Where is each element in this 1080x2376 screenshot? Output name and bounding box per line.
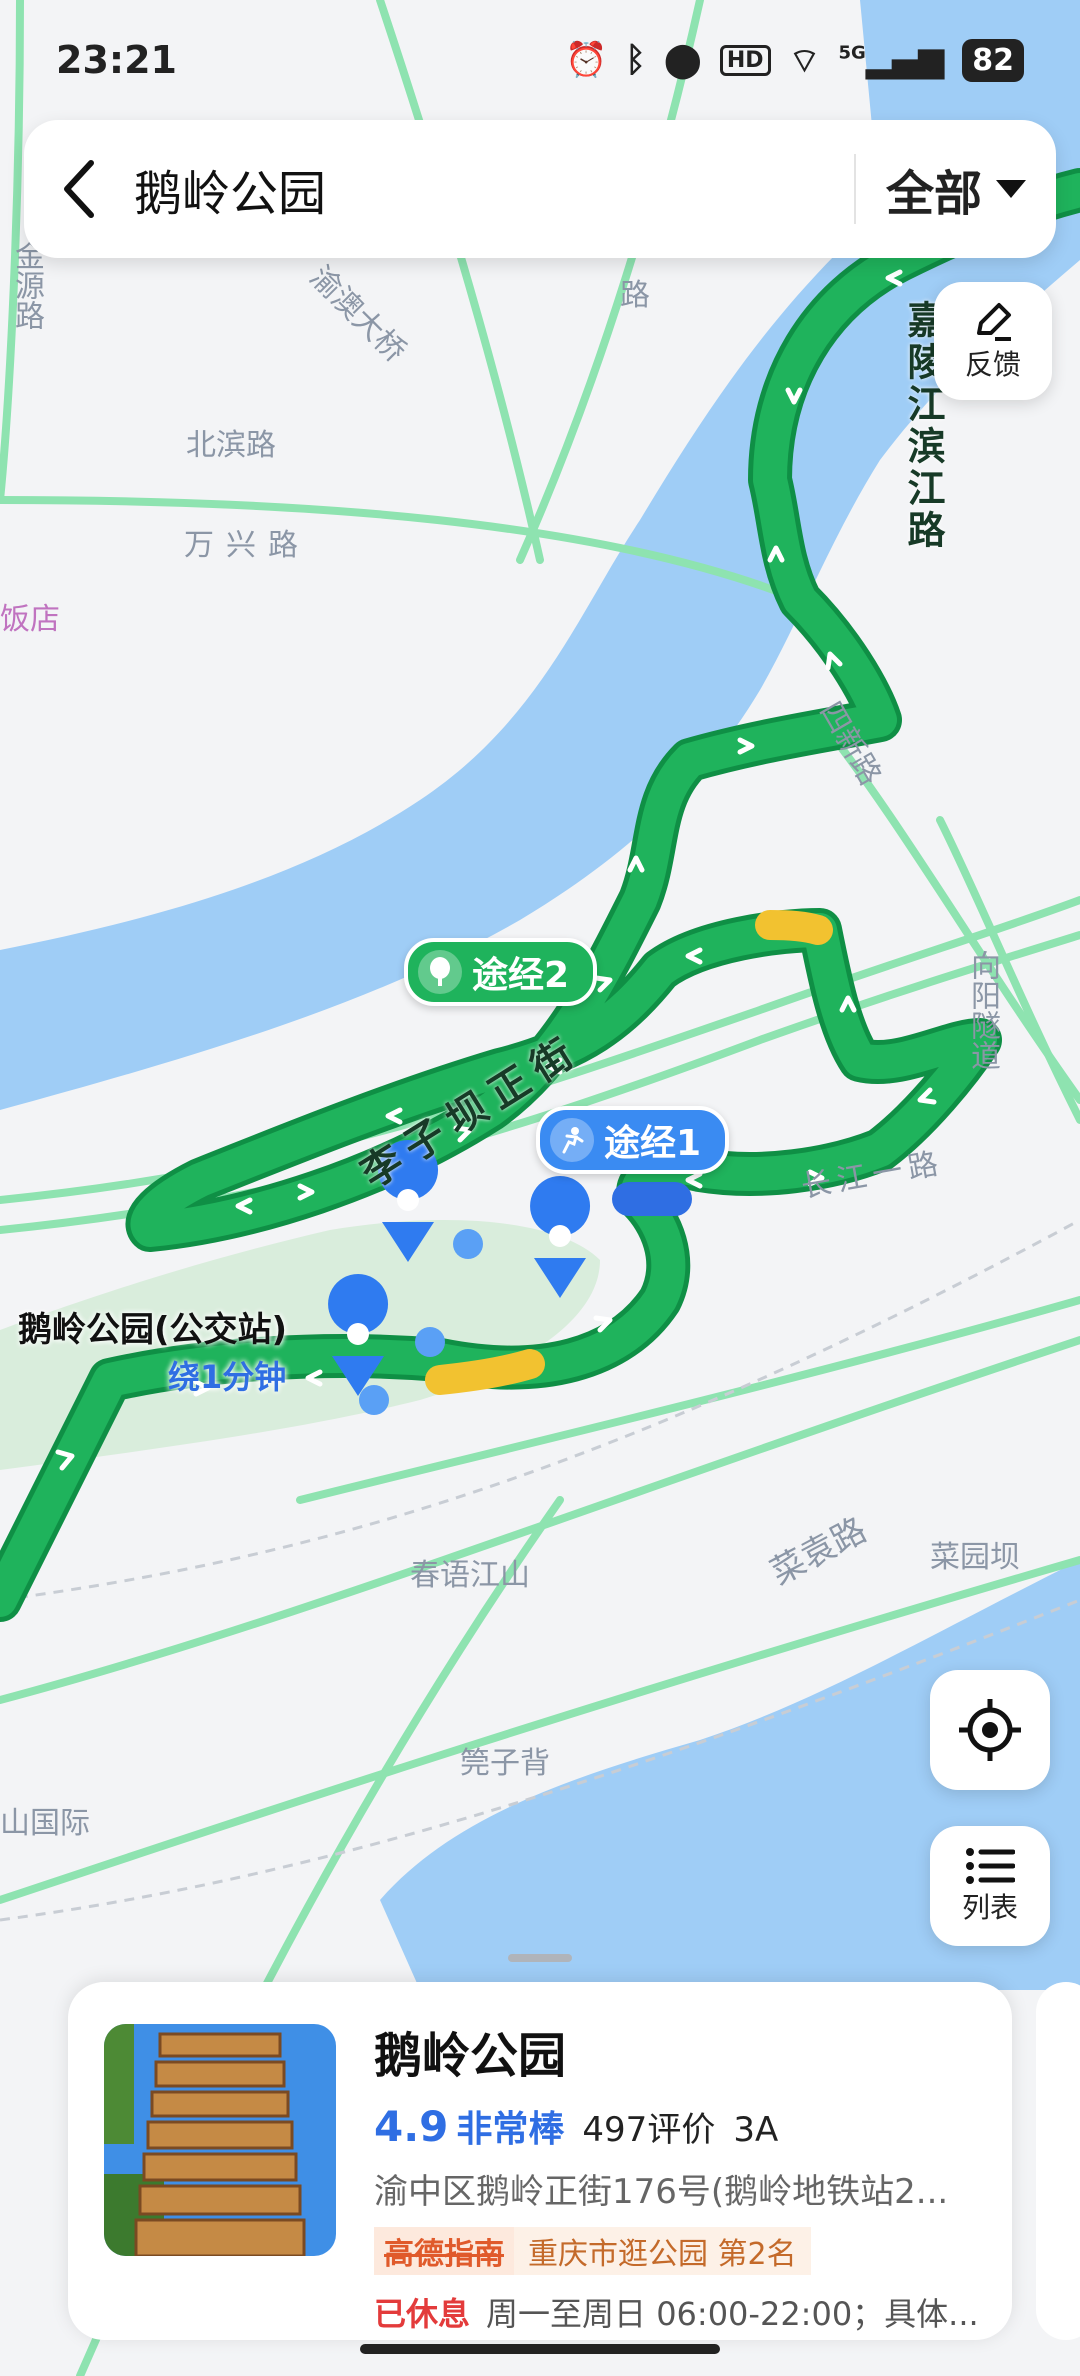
tree-icon <box>418 950 462 994</box>
poi-rank: 重庆市逛公园 第2名 <box>514 2227 811 2275</box>
via-point-2-label: 途经2 <box>472 955 570 996</box>
poi-info: 鹅岭公园 4.9 非常棒 497评价 3A 渝中区鹅岭正街176号(鹅岭地铁站2… <box>374 2016 994 2335</box>
category-filter-dropdown[interactable]: 全部 <box>856 154 1056 224</box>
bus-stop-label[interactable]: 鹅岭公园(公交站) <box>18 1302 287 1351</box>
feedback-button[interactable]: 反馈 <box>934 282 1052 400</box>
route-congestion-1 <box>425 1349 545 1395</box>
map-label-chunyu-jiangshan: 春语江山 <box>410 1558 530 1593</box>
list-label: 列表 <box>961 1891 1018 1924</box>
bluetooth-icon: ᛒ <box>625 40 646 80</box>
list-view-button[interactable]: 列表 <box>930 1826 1050 1946</box>
route-congestion-2 <box>755 910 833 945</box>
crosshair-icon <box>959 1699 1021 1761</box>
edit-icon <box>977 303 1011 341</box>
list-icon <box>966 1848 1015 1884</box>
map-label-xiangyang-tunnel: 向阳隧道 <box>965 950 1000 1070</box>
map-label-wanxing-road: 万兴路 <box>184 528 310 563</box>
search-bar[interactable]: 鹅岭公园 全部 <box>24 120 1056 258</box>
battery-icon: 82 <box>962 38 1024 82</box>
next-poi-card-peek[interactable] <box>1036 1982 1080 2340</box>
map-label-road-top: 路 <box>620 278 650 313</box>
via-point-1-label: 途经1 <box>604 1123 702 1164</box>
signal-icon: 5G▂▄▆ <box>838 40 945 80</box>
poi-score-text: 非常棒 <box>456 2109 565 2150</box>
locate-me-button[interactable] <box>930 1670 1050 1790</box>
wifi-icon: ⌔ <box>788 40 821 81</box>
poi-photo[interactable] <box>104 2024 336 2256</box>
poi-grade: 3A <box>733 2110 779 2150</box>
poi-card[interactable]: 鹅岭公园 4.9 非常棒 497评价 3A 渝中区鹅岭正街176号(鹅岭地铁站2… <box>68 1982 1012 2340</box>
map-label-caiyuanba: 菜园坝 <box>930 1540 1020 1575</box>
home-indicator[interactable] <box>360 2344 720 2354</box>
poi-hours: 周一至周日 06:00-22:00；具体... <box>486 2295 979 2333</box>
map-label-hotel: 饭店 <box>0 602 60 637</box>
caret-down-icon <box>996 180 1026 198</box>
sheet-drag-handle[interactable] <box>508 1954 572 1962</box>
running-icon <box>550 1118 594 1162</box>
network-type: 5G <box>838 42 866 64</box>
status-bar: 23:21 ⏰ ᛒ ⬤ HD ⌔ 5G▂▄▆ 82 <box>0 0 1080 120</box>
poi-score: 4.9 <box>374 2102 449 2151</box>
bus-stop-detour-time: 绕1分钟 <box>168 1358 287 1396</box>
back-button[interactable] <box>24 120 134 258</box>
poi-address: 渝中区鹅岭正街176号(鹅岭地铁站2... <box>374 2172 949 2212</box>
search-query-text[interactable]: 鹅岭公园 <box>134 154 854 224</box>
poi-hours-row: 已休息 周一至周日 06:00-22:00；具体... <box>374 2289 994 2335</box>
poi-open-status: 已休息 <box>374 2295 471 2333</box>
poi-rating-row: 4.9 非常棒 497评价 3A <box>374 2100 994 2152</box>
category-filter-label: 全部 <box>885 166 982 222</box>
poi-name: 鹅岭公园 <box>374 2028 567 2084</box>
feedback-label: 反馈 <box>964 348 1021 381</box>
guide-badge: 高德指南 <box>374 2227 514 2275</box>
map-label-beibin-road: 北滨路 <box>186 428 276 463</box>
map-label-kuanzibei: 筦子背 <box>460 1746 550 1781</box>
location-icon: ⬤ <box>663 40 702 80</box>
status-icons: ⏰ ᛒ ⬤ HD ⌔ 5G▂▄▆ 82 <box>565 38 1024 82</box>
poi-review-count[interactable]: 497评价 <box>582 2102 715 2151</box>
via-point-2-marker[interactable]: 途经2 <box>404 938 598 1006</box>
chevron-left-icon <box>64 160 94 218</box>
map-label-shan-guoji: 山国际 <box>0 1806 90 1841</box>
status-time: 23:21 <box>56 38 177 82</box>
poi-rank-row[interactable]: 高德指南 重庆市逛公园 第2名 <box>374 2227 994 2275</box>
via-point-1-marker[interactable]: 途经1 <box>536 1106 730 1174</box>
hd-icon: HD <box>719 44 771 76</box>
alarm-icon: ⏰ <box>565 40 608 80</box>
